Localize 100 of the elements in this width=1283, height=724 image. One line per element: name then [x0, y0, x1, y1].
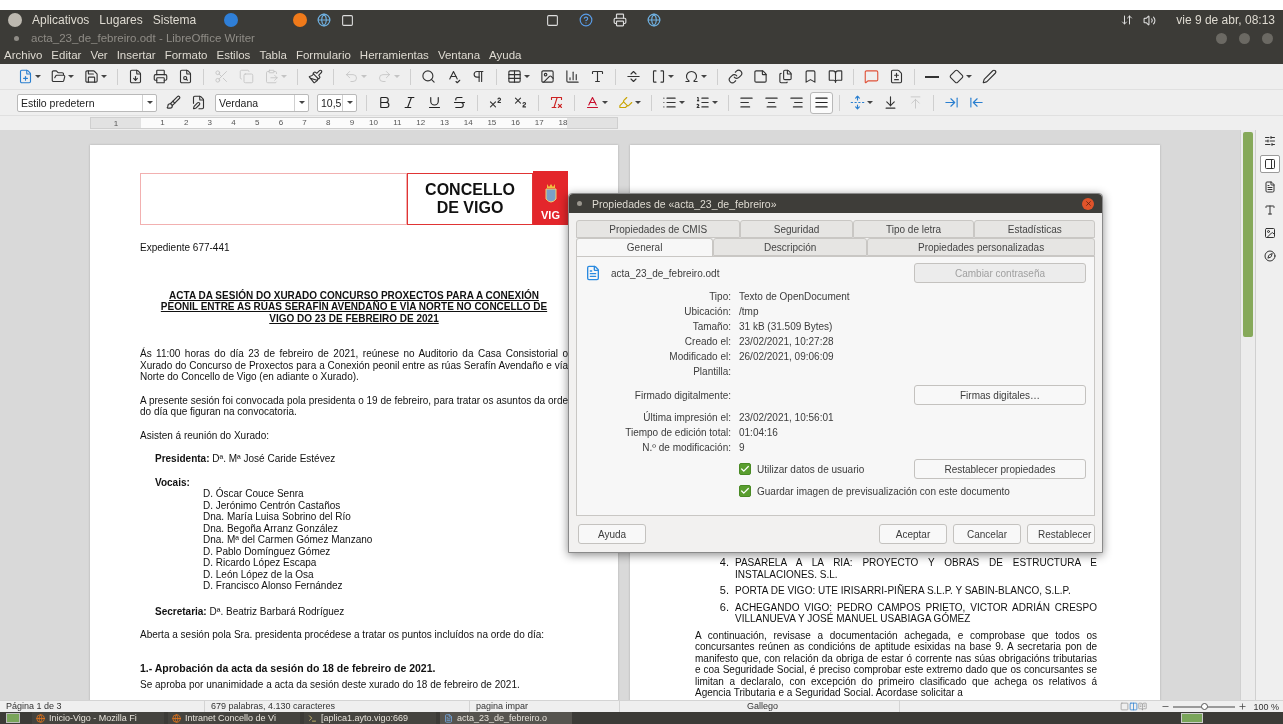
window-title: acta_23_de_febreiro.odt - LibreOffice Writer — [31, 32, 256, 44]
menu-item[interactable]: Tabla — [259, 49, 287, 61]
dropdown-field[interactable]: 10,5 — [317, 93, 357, 112]
document-icon — [444, 713, 453, 723]
taskbar-item[interactable]: Inicio-Vigo - Mozilla Fi — [32, 712, 164, 724]
member-name: D. León López de la Osa — [203, 568, 315, 580]
dropdown-field[interactable]: Verdana — [215, 93, 309, 112]
window-icon[interactable] — [341, 13, 354, 27]
secretary-line: Secretaria: Dª. Beatriz Barbará Rodríguez — [155, 605, 346, 617]
paragraph: Se aproba por unanimidade a acta da sesión deste xurado do 18 de febreiro de 2021. — [140, 679, 521, 691]
workspace-switcher[interactable] — [1181, 713, 1203, 723]
caret-icon — [394, 75, 400, 78]
properties-tab[interactable] — [1259, 155, 1280, 173]
menu-item[interactable]: Formulario — [295, 49, 351, 61]
panel-menu[interactable]: Sistema — [152, 13, 197, 27]
dialog-button[interactable]: Aceptar — [879, 524, 947, 544]
member-name: D. Pablo Domínguez Gómez — [203, 545, 332, 557]
president-line: Presidenta: Dª. Mª José Caride Estévez — [155, 453, 337, 465]
page-view-icon — [1129, 702, 1139, 711]
close-button[interactable] — [1082, 197, 1094, 210]
dialog-tab[interactable]: Propiedades de CMIS — [576, 220, 741, 238]
printer-icon[interactable] — [613, 13, 627, 27]
vertical-scrollbar[interactable] — [1240, 130, 1255, 700]
paragraph: Ás 11:00 horas do día 23 de febreiro de 2021, reúnese no Auditorio da Casa Consistorial o Xurado do Concurso de Proxectos para a Conexión peonil entre as rúas Serafín Avendaño e vía Norte do Concello de Vigo (en adiante o Xurado). — [140, 348, 568, 383]
panel-menu[interactable]: Lugares — [99, 13, 143, 27]
dialog-tab[interactable]: General — [576, 238, 714, 256]
network-icon[interactable] — [1121, 14, 1134, 26]
field-value: Texto de OpenDocument — [739, 290, 851, 304]
ruler-number: 2 — [182, 118, 189, 128]
dialog-tab[interactable]: Propiedades personalizadas — [867, 238, 1095, 256]
member-name: Dna. Begoña Arranz González — [203, 522, 340, 534]
ruler-number: 15 — [486, 118, 497, 128]
dialog-tab[interactable]: Seguridad — [740, 220, 853, 238]
ruler-number: 14 — [462, 118, 473, 128]
globe-icon[interactable] — [317, 13, 331, 27]
dialog-tab[interactable]: Tipo de letra — [852, 220, 975, 238]
panel-menu[interactable]: Aplicativos — [32, 13, 90, 27]
ruler-number: 7 — [301, 118, 307, 128]
dialog-tab[interactable]: Descripción — [713, 238, 868, 256]
help-button[interactable]: Ayuda — [578, 524, 646, 544]
dialog-tab[interactable]: Estadísticas — [974, 220, 1095, 238]
clock[interactable]: vie 9 de abr, 08:13 — [1176, 13, 1275, 27]
dialog-button[interactable]: Cancelar — [953, 524, 1021, 544]
ruler-number: 8 — [325, 118, 331, 128]
menu-item[interactable]: Estilos — [216, 49, 251, 61]
caret-icon — [701, 75, 707, 78]
menu-item[interactable]: Formato — [164, 49, 208, 61]
taskbar-item[interactable]: Intranet Concello de Vi — [168, 712, 300, 724]
menu-item[interactable]: Insertar — [116, 49, 156, 61]
member-name: D. Jerónimo Centrón Castaños — [203, 499, 342, 511]
caret-icon — [35, 75, 41, 78]
dropdown-field[interactable]: Estilo predetern — [17, 93, 157, 112]
menu-item[interactable]: Ventana — [437, 49, 481, 61]
ruler[interactable]: 1 1 2 3 4 5 6 7 8 9 10 11 12 13 14 15 16 17 18 — [90, 117, 618, 129]
dialog-button[interactable]: Restablecer — [1027, 524, 1095, 544]
field-label: Última impresión el: — [642, 410, 731, 425]
member-name: D. Ricardo López Escapa — [203, 557, 318, 569]
member-name: D. Francisco Alonso Fernández — [203, 580, 344, 592]
list-item: ACHEGANDO VIGO: PEDRO CAMPOS PRIETO, VICTOR ADRIÁN CRESPO VILLANUEVA Y JOSÉ MANUEL USABIAGA GÓMEZ — [735, 601, 1097, 625]
ruler-number: 17 — [533, 118, 544, 128]
field-label: Creado el: — [683, 335, 731, 349]
menu-item[interactable]: Herramientas — [359, 49, 429, 61]
ruler-number: 13 — [439, 118, 449, 128]
header-title: CONCELLO DE VIGO — [407, 173, 533, 225]
window-icon[interactable] — [546, 13, 559, 27]
checkbox[interactable] — [739, 463, 751, 475]
checkbox[interactable] — [739, 485, 751, 497]
scrollbar-thumb[interactable] — [1243, 132, 1253, 337]
logo-icon[interactable] — [8, 13, 22, 27]
volume-icon[interactable] — [1143, 13, 1157, 27]
menu-item[interactable]: Ayuda — [489, 49, 522, 61]
reset-properties-button[interactable]: Restablecer propiedades — [914, 459, 1086, 479]
caret-icon — [298, 101, 305, 104]
ruler-number: 10 — [367, 118, 378, 128]
globe-icon[interactable] — [647, 13, 661, 27]
multi-page-view-button[interactable] — [1129, 702, 1139, 711]
zoom-in-icon[interactable] — [1238, 702, 1248, 711]
ruler-number: 12 — [415, 118, 426, 128]
file-number: Expediente 677-441 — [140, 242, 231, 254]
checkbox-label[interactable]: Guardar imagen de previsualización con este documento — [757, 483, 1010, 499]
menu-item[interactable]: Ver — [90, 49, 108, 61]
taskbar-item[interactable]: [aplica1.ayto.vigo:669 — [304, 712, 436, 724]
digital-signatures-button[interactable]: Firmas digitales… — [914, 385, 1086, 405]
taskbar-item[interactable]: acta_23_de_febreiro.o — [440, 712, 572, 724]
checkbox-label[interactable]: Utilizar datos de usuario — [757, 461, 865, 477]
caret-icon — [679, 101, 685, 104]
zoom-slider[interactable] — [1173, 705, 1236, 708]
window-dot-icon — [14, 35, 19, 41]
page-view-icon — [1138, 702, 1148, 711]
menu-item[interactable]: Editar — [51, 49, 82, 61]
help-icon[interactable] — [579, 13, 593, 27]
field-value: 23/02/2021, 10:56:01 — [739, 411, 835, 425]
caret-icon — [524, 75, 530, 78]
menu-item[interactable]: Archivo — [4, 49, 43, 61]
zoom-thumb[interactable] — [1201, 702, 1209, 710]
file-name: acta_23_de_febreiro.odt — [611, 266, 720, 281]
list-item: PORTA DE VIGO: UTE IRISARRI-PIÑERA S.L.P. Y SABIN-BLANCO, S.L.P. — [735, 585, 1072, 597]
styles-icon — [1263, 204, 1276, 216]
field-value: 26/02/2021, 09:06:09 — [739, 350, 835, 364]
ruler-number: 4 — [230, 118, 236, 128]
